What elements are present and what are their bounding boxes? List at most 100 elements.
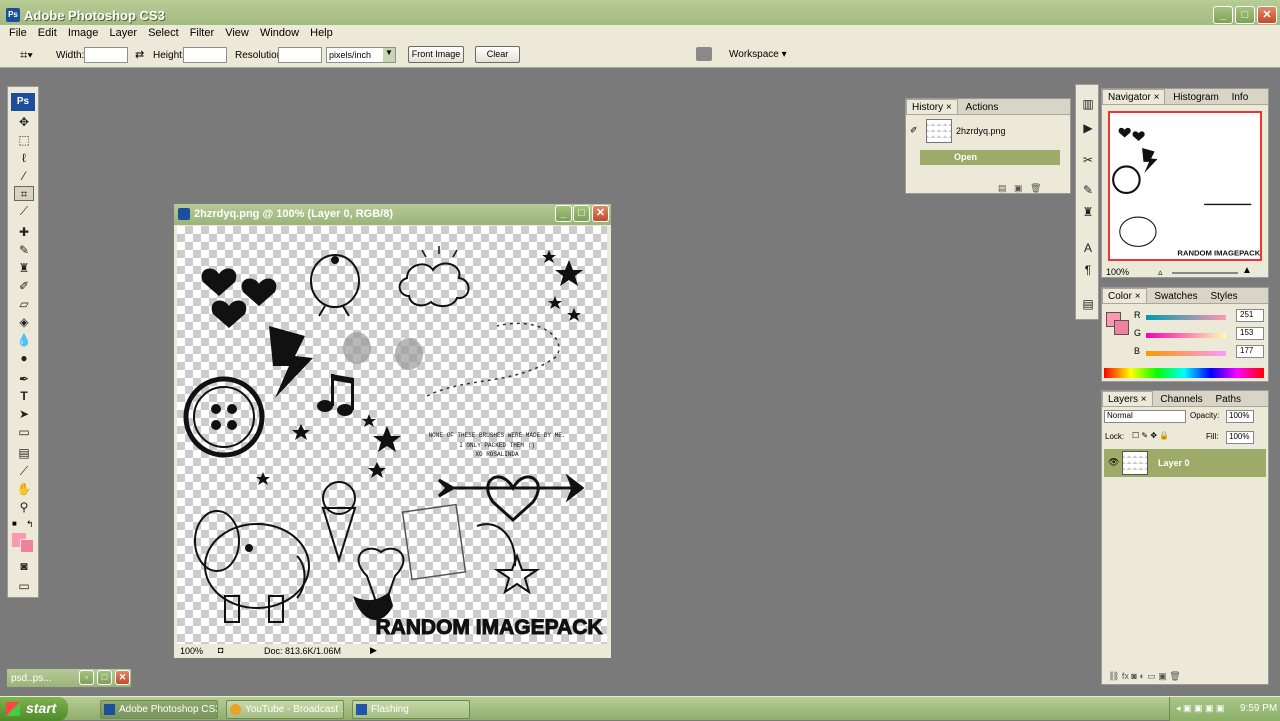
hand-tool-icon[interactable]: ✋ — [14, 482, 34, 497]
paint-bucket-tool-icon[interactable]: ◈ — [14, 315, 34, 330]
tab-swatches[interactable]: Swatches — [1149, 289, 1202, 304]
tab-history[interactable]: History × — [906, 99, 958, 114]
maximize-button[interactable]: □ — [1235, 6, 1255, 24]
close-icon[interactable]: × — [1141, 394, 1147, 405]
b-input[interactable]: 177 — [1236, 345, 1264, 358]
menu-image[interactable]: Image — [64, 25, 103, 39]
tab-color[interactable]: Color × — [1102, 288, 1147, 303]
snapshot-thumbnail[interactable] — [926, 119, 952, 143]
resolution-input[interactable] — [278, 47, 322, 63]
width-input[interactable] — [84, 47, 128, 63]
notes-tool-icon[interactable]: ▤ — [14, 446, 34, 461]
pen-tool-icon[interactable]: ✒ — [14, 372, 34, 387]
default-colors-icon[interactable]: ■ — [12, 519, 17, 528]
front-image-button[interactable]: Front Image — [408, 46, 464, 63]
zoom-in-icon[interactable]: ▲ — [1242, 265, 1252, 276]
ps-logo[interactable]: Ps — [11, 93, 35, 111]
g-input[interactable]: 153 — [1236, 327, 1264, 340]
menu-edit[interactable]: Edit — [34, 25, 61, 39]
tab-layers[interactable]: Layers × — [1102, 391, 1153, 406]
healing-brush-tool-icon[interactable]: ✚ — [14, 225, 34, 240]
swap-dimensions-icon[interactable]: ⇄ — [135, 48, 144, 61]
palette-well-icon[interactable] — [696, 47, 712, 61]
opacity-input[interactable]: 100% — [1226, 410, 1254, 423]
type-tool-icon[interactable]: T — [14, 389, 34, 404]
close-button[interactable]: ✕ — [1257, 6, 1277, 24]
tab-navigator[interactable]: Navigator × — [1102, 89, 1166, 104]
paragraph-panel-icon[interactable]: ¶ — [1078, 263, 1098, 278]
g-slider[interactable] — [1146, 333, 1226, 338]
doc-minimize-button[interactable]: _ — [555, 205, 572, 222]
image-canvas[interactable]: NONE OF THESE BRUSHES WERE MADE BY ME. I… — [177, 226, 607, 644]
close-icon[interactable]: × — [946, 102, 952, 113]
zoom-tool-icon[interactable]: ⚲ — [14, 500, 34, 515]
menu-help[interactable]: Help — [306, 25, 337, 39]
close-min-button[interactable]: ✕ — [115, 670, 130, 685]
close-icon[interactable]: × — [1154, 92, 1160, 103]
layer-row[interactable]: 👁 Layer 0 — [1104, 449, 1266, 477]
rectangle-tool-icon[interactable]: ▭ — [14, 425, 34, 440]
lock-icons[interactable]: ☐ ✎ ✥ 🔒 — [1132, 431, 1169, 440]
marquee-tool-icon[interactable]: ⬚ — [14, 133, 34, 148]
navigator-zoom-value[interactable]: 100% — [1106, 267, 1129, 277]
actions-panel-icon[interactable]: ▶ — [1078, 121, 1098, 136]
quick-mask-icon[interactable]: ◙ — [14, 559, 34, 574]
eraser-tool-icon[interactable]: ▱ — [14, 297, 34, 312]
eyedropper-tool-icon[interactable]: ⟋ — [14, 464, 34, 479]
layers-panel-buttons[interactable]: ⛓ fx ◙ ◐ ▭ ▣ 🗑 — [1108, 671, 1181, 682]
tray-icons[interactable]: ◂ ▣ ▣ ▣ ▣ — [1176, 703, 1225, 714]
status-arrow-icon[interactable]: ▶ — [370, 645, 377, 656]
document-title-bar[interactable]: 2hzrdyq.png @ 100% (Layer 0, RGB/8) _ □ … — [174, 204, 611, 225]
doc-zoom-value[interactable]: 100% — [180, 646, 203, 656]
b-slider[interactable] — [1146, 351, 1226, 356]
lasso-tool-icon[interactable]: ℓ — [14, 151, 34, 166]
menu-file[interactable]: File — [5, 25, 31, 39]
screen-mode-icon[interactable]: ▭ — [14, 579, 34, 594]
history-brush-source-icon[interactable]: ✐ — [910, 125, 918, 136]
menu-window[interactable]: Window — [256, 25, 303, 39]
crop-tool-preset-icon[interactable]: ⌗▾ — [20, 47, 44, 63]
color-spectrum-bar[interactable] — [1104, 368, 1264, 378]
tab-paths[interactable]: Paths — [1210, 392, 1246, 407]
clock[interactable]: 9:59 PM — [1240, 703, 1277, 714]
r-slider[interactable] — [1146, 315, 1226, 320]
minimize-button[interactable]: _ — [1213, 6, 1233, 24]
blend-mode-select[interactable]: Normal — [1104, 410, 1186, 423]
tab-channels[interactable]: Channels — [1155, 392, 1207, 407]
tab-info[interactable]: Info — [1227, 90, 1254, 105]
restore-button[interactable]: ▫ — [79, 670, 94, 685]
doc-maximize-button[interactable]: □ — [573, 205, 590, 222]
menu-layer[interactable]: Layer — [105, 25, 141, 39]
clone-source-icon[interactable]: ♜ — [1078, 205, 1098, 220]
document-window[interactable]: 2hzrdyq.png @ 100% (Layer 0, RGB/8) _ □ … — [173, 203, 612, 658]
magic-wand-tool-icon[interactable]: ⁄ — [14, 169, 34, 184]
navigator-preview[interactable]: RANDOM IMAGEPACK — [1108, 111, 1262, 261]
task-photoshop[interactable]: Adobe Photoshop CS3 — [100, 700, 218, 719]
r-input[interactable]: 251 — [1236, 309, 1264, 322]
height-input[interactable] — [183, 47, 227, 63]
swap-colors-icon[interactable]: ↰ — [26, 519, 34, 530]
minimized-document[interactable]: psd..ps... ▫ □ ✕ — [6, 668, 132, 688]
crop-tool-icon[interactable]: ⌗ — [14, 186, 34, 201]
tab-histogram[interactable]: Histogram — [1168, 90, 1224, 105]
menu-view[interactable]: View — [221, 25, 253, 39]
tool-presets-icon[interactable]: ✂ — [1078, 153, 1098, 168]
blur-tool-icon[interactable]: 💧 — [14, 333, 34, 348]
clone-stamp-tool-icon[interactable]: ♜ — [14, 261, 34, 276]
slice-tool-icon[interactable]: ⟋ — [14, 204, 34, 219]
move-tool-icon[interactable]: ✥ — [14, 115, 34, 130]
history-panel-icon[interactable]: ▥ — [1078, 97, 1098, 112]
workspace-menu[interactable]: Workspace ▾ — [729, 49, 787, 60]
bg-color-swatch[interactable] — [1114, 320, 1129, 335]
navigator-zoom-slider[interactable] — [1172, 272, 1238, 274]
snapshot-label[interactable]: 2hzrdyq.png — [956, 126, 1006, 136]
menu-select[interactable]: Select — [144, 25, 183, 39]
task-flashing[interactable]: Flashing — [352, 700, 470, 719]
doc-close-button[interactable]: ✕ — [592, 205, 609, 222]
dodge-tool-icon[interactable]: ● — [14, 351, 34, 366]
status-menu-icon[interactable]: ◘ — [218, 645, 223, 655]
layer-comps-icon[interactable]: ▤ — [1078, 297, 1098, 312]
character-panel-icon[interactable]: A — [1078, 241, 1098, 256]
menu-filter[interactable]: Filter — [186, 25, 218, 39]
brush-tool-icon[interactable]: ✎ — [14, 243, 34, 258]
